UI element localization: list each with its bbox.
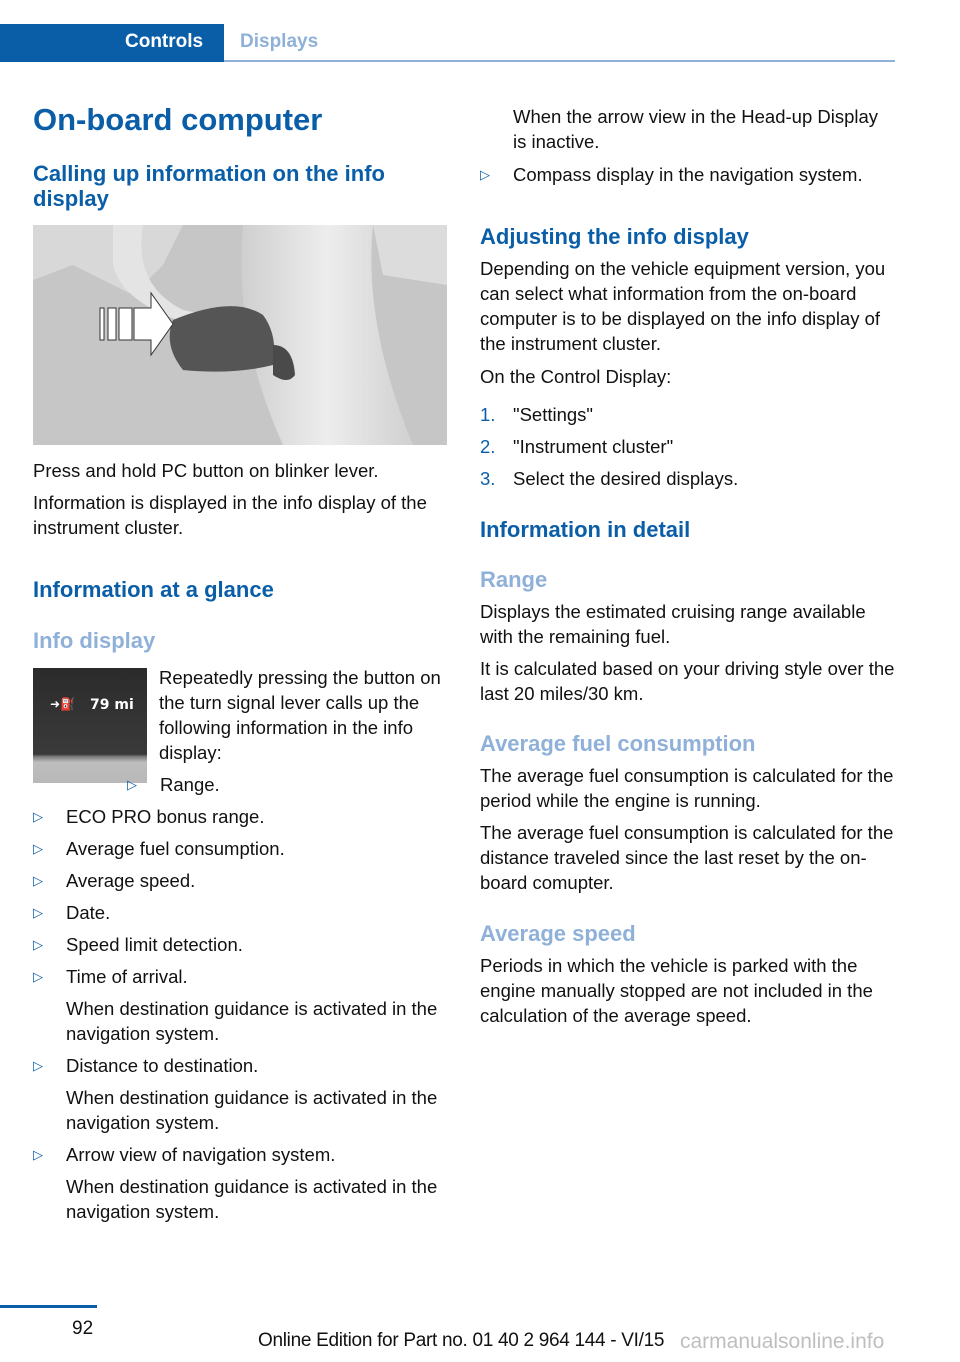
triangle-bullet-icon: ▷: [33, 873, 43, 888]
triangle-bullet-icon: ▷: [33, 1058, 43, 1073]
list-item-note: When destination guidance is activated i…: [66, 1176, 438, 1222]
section-heading-calling-up: Calling up information on the info displ…: [33, 161, 385, 211]
page-number: 92: [72, 1318, 94, 1339]
subheading-fuel: Average fuel consumption: [480, 731, 756, 756]
subheading-range: Range: [480, 567, 548, 592]
info-display-screenshot: ➜⛽ 79 mi: [33, 668, 147, 783]
blinker-lever-illustration: [33, 225, 447, 445]
page-title: On-board computer: [33, 102, 323, 137]
step-number: 3.: [480, 468, 496, 489]
section-heading-glance: Information at a glance: [33, 577, 274, 602]
footer-divider: [0, 1305, 97, 1308]
list-item-note: When destination guidance is activated i…: [66, 998, 438, 1044]
watermark: carmanualsonline.info: [680, 1330, 885, 1353]
instruction-text: Press and hold PC button on blinker leve…: [33, 460, 379, 481]
list-item-note: When destination guidance is activated i…: [66, 1087, 438, 1133]
range-calculation: It is calculated based on your driving s…: [480, 658, 895, 704]
range-value: 79 mi: [90, 697, 134, 713]
speed-description: Periods in which the vehicle is parked w…: [480, 955, 873, 1026]
fuel-description-1: The average fuel consumption is calculat…: [480, 765, 894, 811]
triangle-bullet-icon: ▷: [33, 969, 43, 984]
fuel-description-2: The average fuel consumption is calculat…: [480, 822, 894, 893]
triangle-bullet-icon: ▷: [33, 937, 43, 952]
blinker-lever-drawing: [33, 225, 447, 445]
triangle-bullet-icon: ▷: [33, 905, 43, 920]
section-heading-adjusting: Adjusting the info display: [480, 224, 749, 249]
step-number: 2.: [480, 436, 496, 457]
step-number: 1.: [480, 404, 496, 425]
triangle-bullet-icon: ▷: [480, 167, 490, 182]
triangle-bullet-icon: ▷: [33, 1147, 43, 1162]
triangle-bullet-icon: ▷: [127, 777, 137, 792]
header-divider: [224, 60, 895, 62]
info-text: Information is displayed in the info dis…: [33, 492, 427, 538]
tab-displays[interactable]: Displays: [240, 31, 318, 53]
section-heading-detail: Information in detail: [480, 517, 691, 542]
list-item-note: When the arrow view in the Head-up Displ…: [513, 106, 879, 152]
fuel-range-icon: ➜⛽: [50, 697, 75, 711]
info-display-intro: Repeatedly pressing the button on the tu…: [159, 667, 441, 763]
triangle-bullet-icon: ▷: [33, 841, 43, 856]
adjust-control-display: On the Control Display:: [480, 366, 672, 387]
subheading-info-display: Info display: [33, 628, 156, 653]
subheading-speed: Average speed: [480, 921, 636, 946]
adjust-description: Depending on the vehicle equipment versi…: [480, 258, 886, 354]
range-description: Displays the estimated cruising range av…: [480, 601, 866, 647]
tab-controls[interactable]: Controls: [125, 31, 203, 53]
triangle-bullet-icon: ▷: [33, 809, 43, 824]
edition-info: Online Edition for Part no. 01 40 2 964 …: [258, 1330, 665, 1351]
